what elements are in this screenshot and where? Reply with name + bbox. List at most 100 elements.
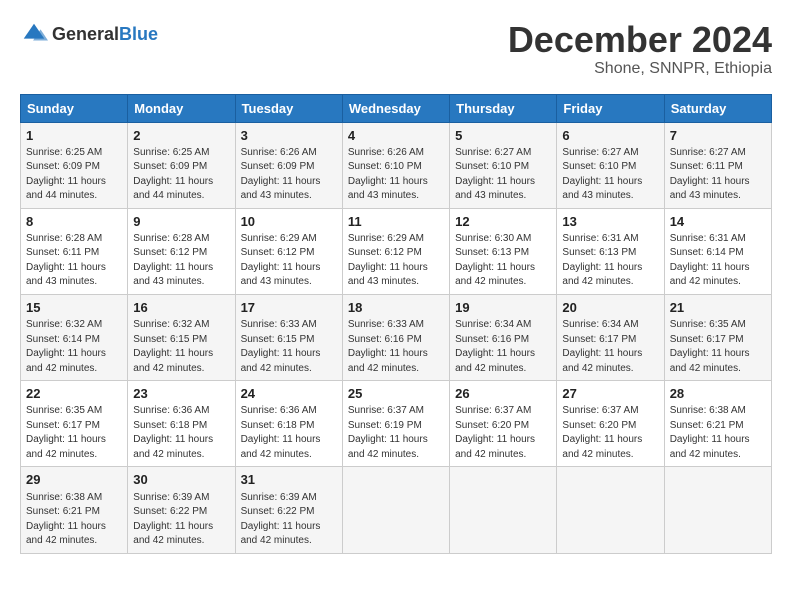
day-info: Sunrise: 6:36 AM Sunset: 6:18 PM Dayligh…	[133, 404, 229, 462]
day-info: Sunrise: 6:32 AM Sunset: 6:14 PM Dayligh…	[26, 318, 122, 376]
calendar-day-cell: 14Sunrise: 6:31 AM Sunset: 6:14 PM Dayli…	[664, 208, 771, 294]
calendar-header-saturday: Saturday	[664, 94, 771, 122]
calendar-header-thursday: Thursday	[450, 94, 557, 122]
day-number: 14	[670, 213, 766, 231]
calendar-day-cell: 5Sunrise: 6:27 AM Sunset: 6:10 PM Daylig…	[450, 122, 557, 208]
day-info: Sunrise: 6:26 AM Sunset: 6:10 PM Dayligh…	[348, 146, 444, 204]
day-number: 25	[348, 385, 444, 403]
day-info: Sunrise: 6:34 AM Sunset: 6:16 PM Dayligh…	[455, 318, 551, 376]
day-number: 11	[348, 213, 444, 231]
logo-icon	[20, 20, 48, 48]
calendar-day-cell	[450, 467, 557, 553]
day-info: Sunrise: 6:38 AM Sunset: 6:21 PM Dayligh…	[26, 491, 122, 549]
calendar-day-cell: 9Sunrise: 6:28 AM Sunset: 6:12 PM Daylig…	[128, 208, 235, 294]
day-info: Sunrise: 6:39 AM Sunset: 6:22 PM Dayligh…	[133, 491, 229, 549]
day-info: Sunrise: 6:33 AM Sunset: 6:15 PM Dayligh…	[241, 318, 337, 376]
day-number: 26	[455, 385, 551, 403]
calendar-day-cell: 26Sunrise: 6:37 AM Sunset: 6:20 PM Dayli…	[450, 381, 557, 467]
day-number: 2	[133, 127, 229, 145]
day-info: Sunrise: 6:35 AM Sunset: 6:17 PM Dayligh…	[26, 404, 122, 462]
calendar-week-row-5: 29 Sunrise: 6:38 AM Sunset: 6:21 PM Dayli…	[21, 467, 772, 553]
calendar-day-cell: 13Sunrise: 6:31 AM Sunset: 6:13 PM Dayli…	[557, 208, 664, 294]
calendar-day-cell: 31Sunrise: 6:39 AM Sunset: 6:22 PM Dayli…	[235, 467, 342, 553]
calendar-week-row-3: 15Sunrise: 6:32 AM Sunset: 6:14 PM Dayli…	[21, 294, 772, 380]
day-info: Sunrise: 6:31 AM Sunset: 6:14 PM Dayligh…	[670, 232, 766, 290]
day-number: 30	[133, 471, 229, 489]
title-area: December 2024 Shone, SNNPR, Ethiopia	[508, 20, 772, 78]
calendar-day-cell: 16Sunrise: 6:32 AM Sunset: 6:15 PM Dayli…	[128, 294, 235, 380]
day-info: Sunrise: 6:25 AM Sunset: 6:09 PM Dayligh…	[26, 146, 122, 204]
day-number: 19	[455, 299, 551, 317]
calendar-day-cell: 17Sunrise: 6:33 AM Sunset: 6:15 PM Dayli…	[235, 294, 342, 380]
day-number: 27	[562, 385, 658, 403]
day-number: 3	[241, 127, 337, 145]
calendar-day-cell: 25Sunrise: 6:37 AM Sunset: 6:19 PM Dayli…	[342, 381, 449, 467]
calendar-day-cell: 12Sunrise: 6:30 AM Sunset: 6:13 PM Dayli…	[450, 208, 557, 294]
day-number: 10	[241, 213, 337, 231]
day-number: 18	[348, 299, 444, 317]
calendar-day-cell: 7Sunrise: 6:27 AM Sunset: 6:11 PM Daylig…	[664, 122, 771, 208]
calendar-day-cell: 30 Sunrise: 6:39 AM Sunset: 6:22 PM Dayli…	[128, 467, 235, 553]
day-number: 24	[241, 385, 337, 403]
calendar-day-cell: 3Sunrise: 6:26 AM Sunset: 6:09 PM Daylig…	[235, 122, 342, 208]
calendar-day-cell: 29 Sunrise: 6:38 AM Sunset: 6:21 PM Dayli…	[21, 467, 128, 553]
day-number: 29	[26, 471, 122, 489]
calendar-week-row-2: 8Sunrise: 6:28 AM Sunset: 6:11 PM Daylig…	[21, 208, 772, 294]
day-number: 4	[348, 127, 444, 145]
month-title: December 2024	[508, 20, 772, 60]
day-number: 8	[26, 213, 122, 231]
calendar-day-cell: 6Sunrise: 6:27 AM Sunset: 6:10 PM Daylig…	[557, 122, 664, 208]
day-info: Sunrise: 6:25 AM Sunset: 6:09 PM Dayligh…	[133, 146, 229, 204]
calendar-header-tuesday: Tuesday	[235, 94, 342, 122]
logo: GeneralBlue	[20, 20, 158, 48]
day-info: Sunrise: 6:29 AM Sunset: 6:12 PM Dayligh…	[348, 232, 444, 290]
calendar-day-cell: 10Sunrise: 6:29 AM Sunset: 6:12 PM Dayli…	[235, 208, 342, 294]
calendar-day-cell	[664, 467, 771, 553]
day-info: Sunrise: 6:32 AM Sunset: 6:15 PM Dayligh…	[133, 318, 229, 376]
day-number: 22	[26, 385, 122, 403]
day-info: Sunrise: 6:31 AM Sunset: 6:13 PM Dayligh…	[562, 232, 658, 290]
day-number: 6	[562, 127, 658, 145]
calendar-day-cell: 21Sunrise: 6:35 AM Sunset: 6:17 PM Dayli…	[664, 294, 771, 380]
calendar-day-cell: 23Sunrise: 6:36 AM Sunset: 6:18 PM Dayli…	[128, 381, 235, 467]
day-info: Sunrise: 6:29 AM Sunset: 6:12 PM Dayligh…	[241, 232, 337, 290]
calendar-day-cell: 11Sunrise: 6:29 AM Sunset: 6:12 PM Dayli…	[342, 208, 449, 294]
day-number: 9	[133, 213, 229, 231]
calendar-day-cell: 22Sunrise: 6:35 AM Sunset: 6:17 PM Dayli…	[21, 381, 128, 467]
day-info: Sunrise: 6:34 AM Sunset: 6:17 PM Dayligh…	[562, 318, 658, 376]
logo-general: General	[52, 24, 119, 44]
day-number: 12	[455, 213, 551, 231]
calendar-day-cell: 18Sunrise: 6:33 AM Sunset: 6:16 PM Dayli…	[342, 294, 449, 380]
day-info: Sunrise: 6:27 AM Sunset: 6:10 PM Dayligh…	[562, 146, 658, 204]
calendar-header-monday: Monday	[128, 94, 235, 122]
day-info: Sunrise: 6:37 AM Sunset: 6:19 PM Dayligh…	[348, 404, 444, 462]
day-info: Sunrise: 6:36 AM Sunset: 6:18 PM Dayligh…	[241, 404, 337, 462]
day-number: 7	[670, 127, 766, 145]
day-info: Sunrise: 6:37 AM Sunset: 6:20 PM Dayligh…	[455, 404, 551, 462]
day-info: Sunrise: 6:35 AM Sunset: 6:17 PM Dayligh…	[670, 318, 766, 376]
calendar-day-cell: 1Sunrise: 6:25 AM Sunset: 6:09 PM Daylig…	[21, 122, 128, 208]
calendar-table: SundayMondayTuesdayWednesdayThursdayFrid…	[20, 94, 772, 554]
calendar-day-cell	[557, 467, 664, 553]
day-number: 23	[133, 385, 229, 403]
day-number: 13	[562, 213, 658, 231]
calendar-day-cell	[342, 467, 449, 553]
calendar-header-wednesday: Wednesday	[342, 94, 449, 122]
day-info: Sunrise: 6:30 AM Sunset: 6:13 PM Dayligh…	[455, 232, 551, 290]
calendar-header-sunday: Sunday	[21, 94, 128, 122]
calendar-day-cell: 4Sunrise: 6:26 AM Sunset: 6:10 PM Daylig…	[342, 122, 449, 208]
day-info: Sunrise: 6:28 AM Sunset: 6:12 PM Dayligh…	[133, 232, 229, 290]
day-number: 15	[26, 299, 122, 317]
calendar-header-row: SundayMondayTuesdayWednesdayThursdayFrid…	[21, 94, 772, 122]
calendar-week-row-4: 22Sunrise: 6:35 AM Sunset: 6:17 PM Dayli…	[21, 381, 772, 467]
day-number: 21	[670, 299, 766, 317]
day-info: Sunrise: 6:26 AM Sunset: 6:09 PM Dayligh…	[241, 146, 337, 204]
calendar-day-cell: 19Sunrise: 6:34 AM Sunset: 6:16 PM Dayli…	[450, 294, 557, 380]
logo-blue: Blue	[119, 24, 158, 44]
day-info: Sunrise: 6:27 AM Sunset: 6:11 PM Dayligh…	[670, 146, 766, 204]
calendar-day-cell: 27Sunrise: 6:37 AM Sunset: 6:20 PM Dayli…	[557, 381, 664, 467]
calendar-day-cell: 24Sunrise: 6:36 AM Sunset: 6:18 PM Dayli…	[235, 381, 342, 467]
location-subtitle: Shone, SNNPR, Ethiopia	[508, 60, 772, 78]
day-info: Sunrise: 6:33 AM Sunset: 6:16 PM Dayligh…	[348, 318, 444, 376]
day-info: Sunrise: 6:27 AM Sunset: 6:10 PM Dayligh…	[455, 146, 551, 204]
